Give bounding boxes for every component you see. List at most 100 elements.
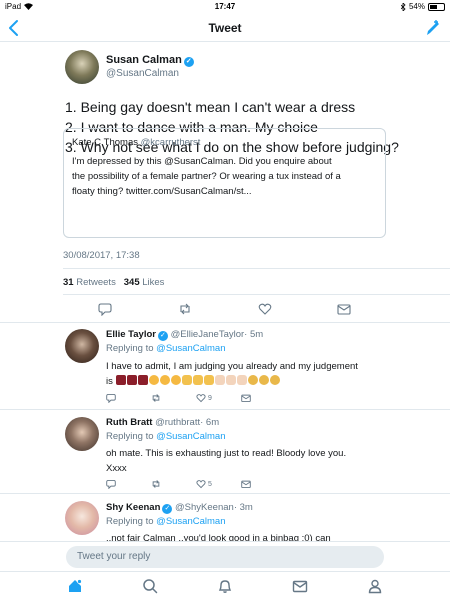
reply-time: · 3m: [233, 502, 253, 513]
heart-eyes-emoji-icon: [159, 375, 170, 385]
avatar[interactable]: [65, 501, 99, 535]
dancer-emoji-icon: [126, 375, 137, 385]
reply-author-name[interactable]: Shy Keenan: [106, 502, 160, 513]
ok-hand-emoji-icon: [225, 375, 236, 385]
dancer-emoji-icon: [137, 375, 148, 385]
quoted-text: I'm depressed by this @SusanCalman. Did …: [72, 154, 377, 199]
page-title: Tweet: [208, 21, 242, 35]
reply-author-handle[interactable]: @ShyKeenan: [175, 502, 234, 513]
divider: [63, 268, 450, 269]
reply-author-name[interactable]: Ruth Bratt: [106, 417, 152, 428]
search-icon[interactable]: [142, 578, 158, 594]
reply-header: Ellie Taylor ✓ @EllieJaneTaylor· 5m: [106, 329, 263, 341]
direct-message-icon[interactable]: [337, 302, 351, 316]
avatar[interactable]: [65, 329, 99, 363]
mention-link[interactable]: @SusanCalman: [156, 343, 225, 354]
tweet-line: 1. Being gay doesn't mean I can't wear a…: [65, 99, 356, 115]
reply-header: Ruth Bratt @ruthbratt· 6m: [106, 417, 219, 428]
verified-badge-icon: ✓: [162, 504, 173, 514]
tweet-reply-input[interactable]: Tweet your reply: [66, 546, 384, 568]
thumbs-up-emoji-icon: [192, 375, 203, 385]
thumbs-up-emoji-icon: [181, 375, 192, 385]
heart-eyes-emoji-icon: [170, 375, 181, 385]
reply-header: Shy Keenan ✓ @ShyKeenan· 3m: [106, 502, 253, 514]
tweet-actions: [0, 300, 450, 318]
replying-to: Replying to @SusanCalman: [106, 516, 226, 527]
verified-badge-icon: ✓: [183, 57, 194, 67]
reply-text: I have to admit, I am judging you alread…: [106, 359, 406, 389]
like-count: 9: [208, 395, 212, 402]
reply-actions: 5: [106, 479, 326, 491]
cat-heart-eyes-emoji-icon: [258, 375, 269, 385]
cat-heart-eyes-emoji-icon: [269, 375, 280, 385]
retweet-icon[interactable]: [178, 302, 192, 316]
reply-author-handle[interactable]: @ruthbratt: [155, 417, 200, 428]
reply-text: ..not fair Calman ..you'd look good in a…: [106, 531, 406, 541]
compose-tweet-icon[interactable]: [423, 18, 443, 38]
nav-bar: Tweet: [0, 14, 450, 42]
direct-message-icon[interactable]: [241, 479, 251, 489]
author-name[interactable]: Susan Calman ✓: [106, 54, 194, 67]
bluetooth-icon: [400, 2, 406, 11]
reply-icon[interactable]: [106, 393, 116, 403]
like-heart-icon[interactable]: [258, 302, 272, 316]
status-bar: iPad 17:47 54%: [0, 0, 450, 14]
quoted-line: I'm depressed by this @SusanCalman. Did …: [72, 156, 332, 167]
reply-composer: Tweet your reply: [0, 541, 450, 571]
verified-badge-icon: ✓: [157, 331, 168, 341]
mention-link[interactable]: @SusanCalman: [156, 431, 225, 442]
reply-time: · 6m: [200, 417, 220, 428]
reply-line: oh mate. This is exhausting just to read…: [106, 448, 347, 459]
replying-to: Replying to @SusanCalman: [106, 431, 226, 442]
reply-line-emoji: is: [106, 374, 406, 389]
like-heart-icon[interactable]: [196, 393, 206, 403]
reply-tweet[interactable]: Ruth Bratt @ruthbratt· 6m Replying to @S…: [0, 409, 450, 493]
reply-tweet[interactable]: Ellie Taylor ✓ @EllieJaneTaylor· 5m Reply…: [0, 322, 450, 409]
dancer-emoji-icon: [115, 375, 126, 385]
quoted-tweet[interactable]: Kate C.Thomas @kcarrutherst I'm depresse…: [63, 128, 386, 238]
emoji-row: [115, 375, 281, 387]
notifications-bell-icon[interactable]: [217, 578, 233, 594]
tweet-timestamp: 30/08/2017, 17:38: [63, 250, 140, 261]
cat-heart-eyes-emoji-icon: [247, 375, 258, 385]
thumbs-up-emoji-icon: [203, 375, 214, 385]
reply-author-handle[interactable]: @EllieJaneTaylor: [171, 329, 245, 340]
retweet-icon[interactable]: [151, 479, 161, 489]
retweet-icon[interactable]: [151, 393, 161, 403]
author-handle[interactable]: @SusanCalman: [106, 68, 179, 79]
retweet-stat[interactable]: 31 Retweets: [63, 277, 116, 288]
like-heart-icon[interactable]: [196, 479, 206, 489]
profile-icon[interactable]: [367, 578, 383, 594]
avatar[interactable]: [65, 417, 99, 451]
battery-icon: [428, 2, 445, 11]
tweet-stats: 31 Retweets 345 Likes: [63, 277, 164, 288]
reply-icon[interactable]: [106, 479, 116, 489]
quoted-line: floaty thing? twitter.com/SusanCalman/st…: [72, 186, 252, 197]
battery-percent: 54%: [408, 2, 425, 11]
reply-line: ..not fair Calman ..you'd look good in a…: [106, 533, 331, 541]
like-stat[interactable]: 345 Likes: [124, 277, 165, 288]
heart-eyes-emoji-icon: [148, 375, 159, 385]
reply-icon[interactable]: [98, 302, 112, 316]
mention-link[interactable]: @SusanCalman: [156, 516, 225, 527]
reply-tweet[interactable]: Shy Keenan ✓ @ShyKeenan· 3m Replying to @…: [0, 493, 450, 541]
home-icon[interactable]: [67, 578, 83, 594]
quoted-line: the possibility of a female partner? Or …: [72, 171, 341, 182]
avatar[interactable]: [65, 50, 99, 84]
ok-hand-emoji-icon: [214, 375, 225, 385]
reply-actions: 9: [106, 393, 326, 405]
reply-line: Xxxx: [106, 463, 127, 474]
like-count: 5: [208, 481, 212, 488]
reply-author-name[interactable]: Ellie Taylor: [106, 329, 156, 340]
quoted-author-handle: @kcarrutherst: [140, 137, 201, 148]
replying-to: Replying to @SusanCalman: [106, 343, 226, 354]
quoted-author-name: Kate C.Thomas: [72, 137, 138, 148]
clock: 17:47: [214, 2, 236, 11]
ok-hand-emoji-icon: [236, 375, 247, 385]
tab-bar: [0, 571, 450, 600]
reply-time: · 5m: [244, 329, 264, 340]
reply-line: I have to admit, I am judging you alread…: [106, 361, 358, 372]
messages-envelope-icon[interactable]: [292, 578, 308, 594]
direct-message-icon[interactable]: [241, 393, 251, 403]
reply-text: oh mate. This is exhausting just to read…: [106, 446, 406, 476]
